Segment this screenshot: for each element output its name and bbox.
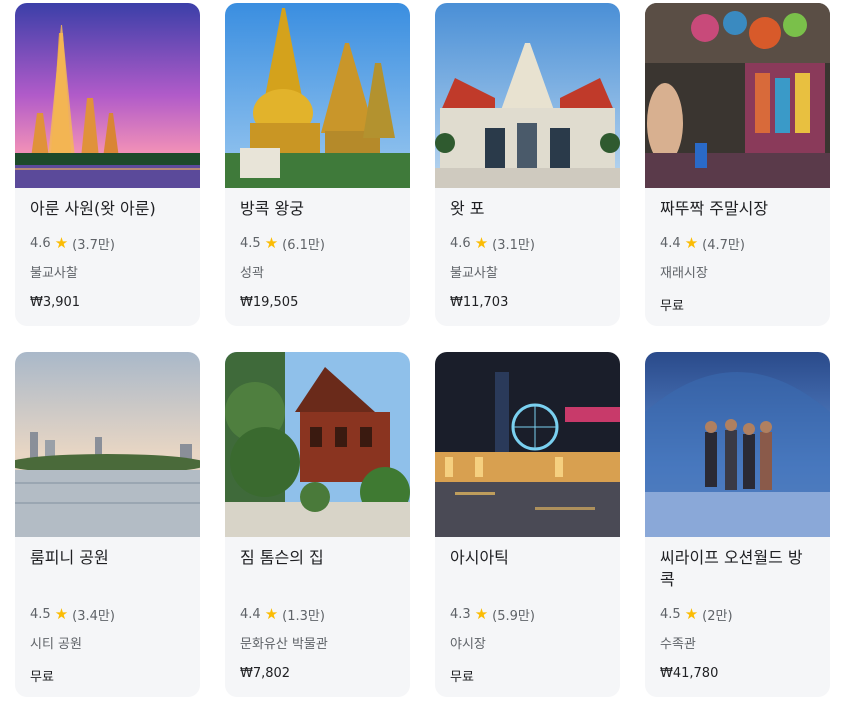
place-photo[interactable]	[435, 352, 620, 537]
place-photo[interactable]	[645, 352, 830, 537]
review-count: (3.7만)	[72, 238, 115, 253]
review-count: (6.1만)	[282, 238, 325, 253]
review-count: (3.4만)	[72, 609, 115, 624]
star-icon: ★	[54, 234, 69, 252]
rating-value: 4.5	[30, 607, 51, 622]
place-price: 무료	[660, 299, 684, 314]
star-icon: ★	[54, 605, 69, 623]
rating-row: 4.4 ★ (1.3만)	[240, 605, 395, 625]
place-photo[interactable]	[645, 3, 830, 188]
place-price: ₩3,901	[30, 295, 81, 310]
place-card-chatuchak[interactable]: 짜뚜짝 주말시장 4.4 ★ (4.7만) 재래시장 무료	[645, 3, 830, 326]
place-title[interactable]: 왓 포	[450, 198, 605, 220]
place-card-wat-pho[interactable]: 왓 포 4.6 ★ (3.1만) 불교사찰 ₩11,703	[435, 3, 620, 326]
star-icon: ★	[684, 605, 699, 623]
place-card-grand-palace[interactable]: 방콕 왕궁 4.5 ★ (6.1만) 성곽 ₩19,505	[225, 3, 410, 326]
place-price: ₩41,780	[660, 666, 719, 681]
star-icon: ★	[684, 234, 699, 252]
place-category: 야시장	[450, 637, 486, 652]
place-photo[interactable]	[15, 3, 200, 188]
place-title[interactable]: 룸피니 공원	[30, 547, 185, 569]
place-card-lumpini-park[interactable]: 룸피니 공원 4.5 ★ (3.4만) 시티 공원 무료	[15, 352, 200, 697]
place-card-asiatique[interactable]: 아시아틱 4.3 ★ (5.9만) 야시장 무료	[435, 352, 620, 697]
place-title[interactable]: 아룬 사원(왓 아룬)	[30, 198, 185, 220]
review-count: (4.7만)	[702, 238, 745, 253]
rating-value: 4.5	[660, 607, 681, 622]
review-count: (2만)	[702, 609, 733, 624]
place-category: 불교사찰	[30, 266, 78, 281]
rating-row: 4.4 ★ (4.7만)	[660, 234, 815, 254]
place-photo[interactable]	[225, 3, 410, 188]
rating-row: 4.6 ★ (3.7만)	[30, 234, 185, 254]
place-category: 성곽	[240, 266, 264, 281]
rating-row: 4.5 ★ (6.1만)	[240, 234, 395, 254]
place-category: 시티 공원	[30, 637, 82, 652]
place-title[interactable]: 아시아틱	[450, 547, 605, 569]
place-title[interactable]: 방콕 왕궁	[240, 198, 395, 220]
place-category: 수족관	[660, 637, 696, 652]
rating-value: 4.4	[660, 236, 681, 251]
rating-value: 4.5	[240, 236, 261, 251]
star-icon: ★	[264, 605, 279, 623]
place-photo[interactable]	[435, 3, 620, 188]
place-category: 문화유산 박물관	[240, 637, 328, 652]
rating-row: 4.5 ★ (3.4만)	[30, 605, 185, 625]
place-card-sea-life-bangkok[interactable]: 씨라이프 오션월드 방콕 4.5 ★ (2만) 수족관 ₩41,780	[645, 352, 830, 697]
place-title[interactable]: 짜뚜짝 주말시장	[660, 198, 815, 220]
star-icon: ★	[474, 234, 489, 252]
rating-row: 4.6 ★ (3.1만)	[450, 234, 605, 254]
review-count: (1.3만)	[282, 609, 325, 624]
place-category: 불교사찰	[450, 266, 498, 281]
place-card-jim-thompson-house[interactable]: 짐 톰슨의 집 4.4 ★ (1.3만) 문화유산 박물관 ₩7,802	[225, 352, 410, 697]
place-title[interactable]: 씨라이프 오션월드 방콕	[660, 547, 815, 591]
review-count: (5.9만)	[492, 609, 535, 624]
rating-row: 4.3 ★ (5.9만)	[450, 605, 605, 625]
place-photo[interactable]	[225, 352, 410, 537]
rating-row: 4.5 ★ (2만)	[660, 605, 815, 625]
place-price: 무료	[30, 670, 54, 685]
place-price: ₩7,802	[240, 666, 291, 681]
rating-value: 4.6	[450, 236, 471, 251]
place-title[interactable]: 짐 톰슨의 집	[240, 547, 395, 569]
star-icon: ★	[474, 605, 489, 623]
place-card-wat-arun[interactable]: 아룬 사원(왓 아룬) 4.6 ★ (3.7만) 불교사찰 ₩3,901	[15, 3, 200, 326]
rating-value: 4.3	[450, 607, 471, 622]
rating-value: 4.4	[240, 607, 261, 622]
place-price: ₩19,505	[240, 295, 299, 310]
rating-value: 4.6	[30, 236, 51, 251]
review-count: (3.1만)	[492, 238, 535, 253]
star-icon: ★	[264, 234, 279, 252]
place-category: 재래시장	[660, 266, 708, 281]
place-price: ₩11,703	[450, 295, 509, 310]
place-photo[interactable]	[15, 352, 200, 537]
place-price: 무료	[450, 670, 474, 685]
